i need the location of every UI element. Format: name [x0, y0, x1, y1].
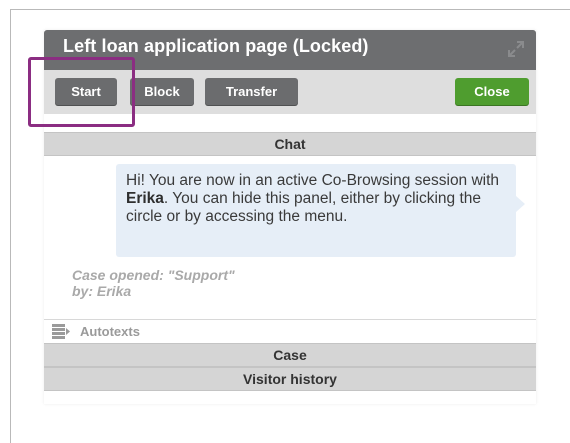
visitor-history-section-header[interactable]: Visitor history	[44, 367, 536, 391]
system-message: Case opened: "Support" by: Erika	[72, 267, 235, 299]
close-button[interactable]: Close	[455, 78, 529, 106]
cobrowse-panel: Left loan application page (Locked) Star…	[44, 30, 536, 404]
frame-left-border	[10, 9, 11, 443]
chat-section-header[interactable]: Chat	[44, 132, 536, 156]
list-icon	[52, 324, 70, 339]
system-message-line2: by: Erika	[72, 283, 132, 299]
chat-message-text: Hi! You are now in an active Co-Browsing…	[126, 172, 500, 189]
system-message-line1: Case opened: "Support"	[72, 267, 235, 283]
case-section-header[interactable]: Case	[44, 343, 536, 367]
panel-titlebar[interactable]: Left loan application page (Locked)	[44, 30, 536, 70]
panel-toolbar: Start Block Transfer Close	[44, 70, 536, 114]
block-button[interactable]: Block	[130, 78, 194, 106]
chat-area: Hi! You are now in an active Co-Browsing…	[44, 156, 536, 319]
chat-agent-name: Erika	[126, 190, 164, 207]
bubble-arrow	[516, 196, 525, 212]
expand-icon[interactable]	[506, 39, 526, 59]
chat-message-text-end: . You can hide this panel, either by cli…	[126, 190, 482, 225]
transfer-button[interactable]: Transfer	[205, 78, 298, 106]
panel-title: Left loan application page (Locked)	[63, 36, 369, 56]
chat-message-bubble: Hi! You are now in an active Co-Browsing…	[116, 164, 516, 257]
start-button[interactable]: Start	[55, 78, 117, 106]
autotexts-row[interactable]: Autotexts	[44, 319, 536, 343]
frame-top-border	[10, 9, 570, 10]
autotexts-label: Autotexts	[80, 324, 140, 339]
